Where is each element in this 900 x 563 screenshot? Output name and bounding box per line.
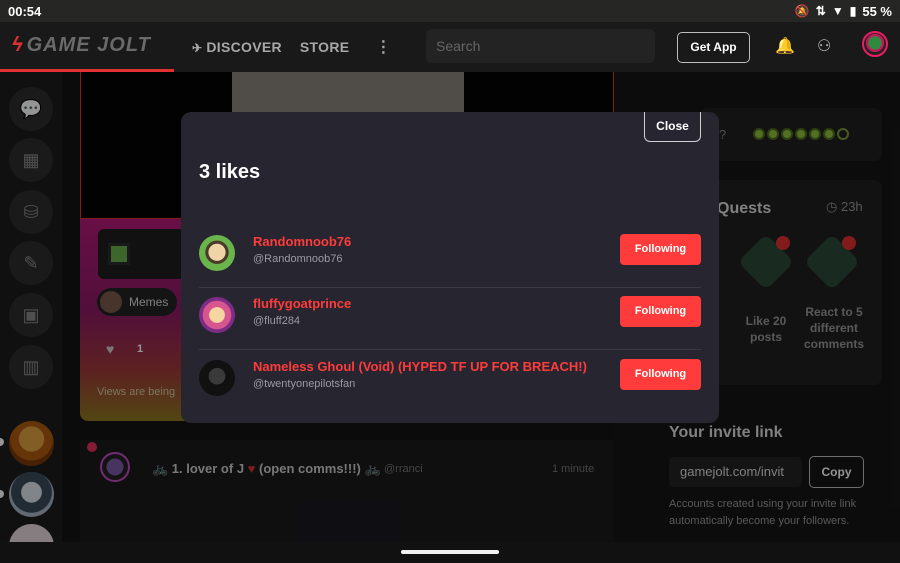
system-nav-bar (0, 542, 900, 563)
liker-avatar[interactable] (199, 297, 235, 333)
home-gesture-handle[interactable] (401, 550, 499, 554)
liker-row[interactable]: fluffygoatprince @fluff284 Following (199, 288, 701, 350)
bell-icon[interactable]: 🔔 (775, 36, 795, 56)
friends-icon[interactable]: ⚇ (817, 36, 831, 56)
more-menu-button[interactable]: ⋮ (375, 37, 391, 57)
battery-icon: ▮ (849, 4, 857, 18)
modal-title: 3 likes (199, 161, 261, 183)
top-nav: ϟ GAME JOLT ✈ DISCOVER STORE ⋮ Search Get… (0, 22, 900, 72)
liker-avatar[interactable] (199, 360, 235, 396)
game-jolt-logo[interactable]: ϟ GAME JOLT (0, 22, 174, 72)
liker-row[interactable]: Nameless Ghoul (Void) (HYPED TF UP FOR B… (199, 351, 701, 413)
search-input[interactable]: Search (426, 29, 655, 63)
get-app-button[interactable]: Get App (677, 32, 750, 63)
liker-name[interactable]: fluffygoatprince (253, 296, 351, 311)
following-button[interactable]: Following (620, 296, 701, 327)
liker-avatar[interactable] (199, 235, 235, 271)
discover-link[interactable]: ✈ DISCOVER (192, 39, 282, 55)
liker-name[interactable]: Randomnoob76 (253, 234, 351, 249)
likes-modal: Close 3 likes Randomnoob76 @Randomnoob76… (181, 112, 719, 423)
rocket-icon: ✈ (192, 41, 203, 55)
liker-handle: @twentyonepilotsfan (253, 378, 356, 390)
status-icons: 🔕 ⇅ ▼ ▮ 55 % (795, 4, 892, 19)
user-avatar[interactable] (862, 31, 888, 57)
following-button[interactable]: Following (620, 359, 701, 390)
discover-label: DISCOVER (206, 39, 282, 55)
following-button[interactable]: Following (620, 234, 701, 265)
battery-level: 55 % (862, 3, 892, 19)
status-bar: 00:54 🔕 ⇅ ▼ ▮ 55 % (0, 0, 900, 22)
store-link[interactable]: STORE (300, 39, 349, 55)
logo-text: GAME JOLT (26, 34, 151, 56)
mute-icon: 🔕 (794, 4, 810, 18)
liker-name[interactable]: Nameless Ghoul (Void) (HYPED TF UP FOR B… (253, 359, 587, 374)
liker-handle: @Randomnoob76 (253, 253, 343, 265)
wifi-icon: ▼ (831, 4, 844, 18)
status-time: 00:54 (8, 3, 42, 19)
data-icon: ⇅ (815, 4, 826, 18)
liker-handle: @fluff284 (253, 315, 301, 327)
close-button[interactable]: Close (644, 112, 701, 142)
liker-row[interactable]: Randomnoob76 @Randomnoob76 Following (199, 226, 701, 288)
bolt-icon: ϟ (12, 34, 24, 56)
